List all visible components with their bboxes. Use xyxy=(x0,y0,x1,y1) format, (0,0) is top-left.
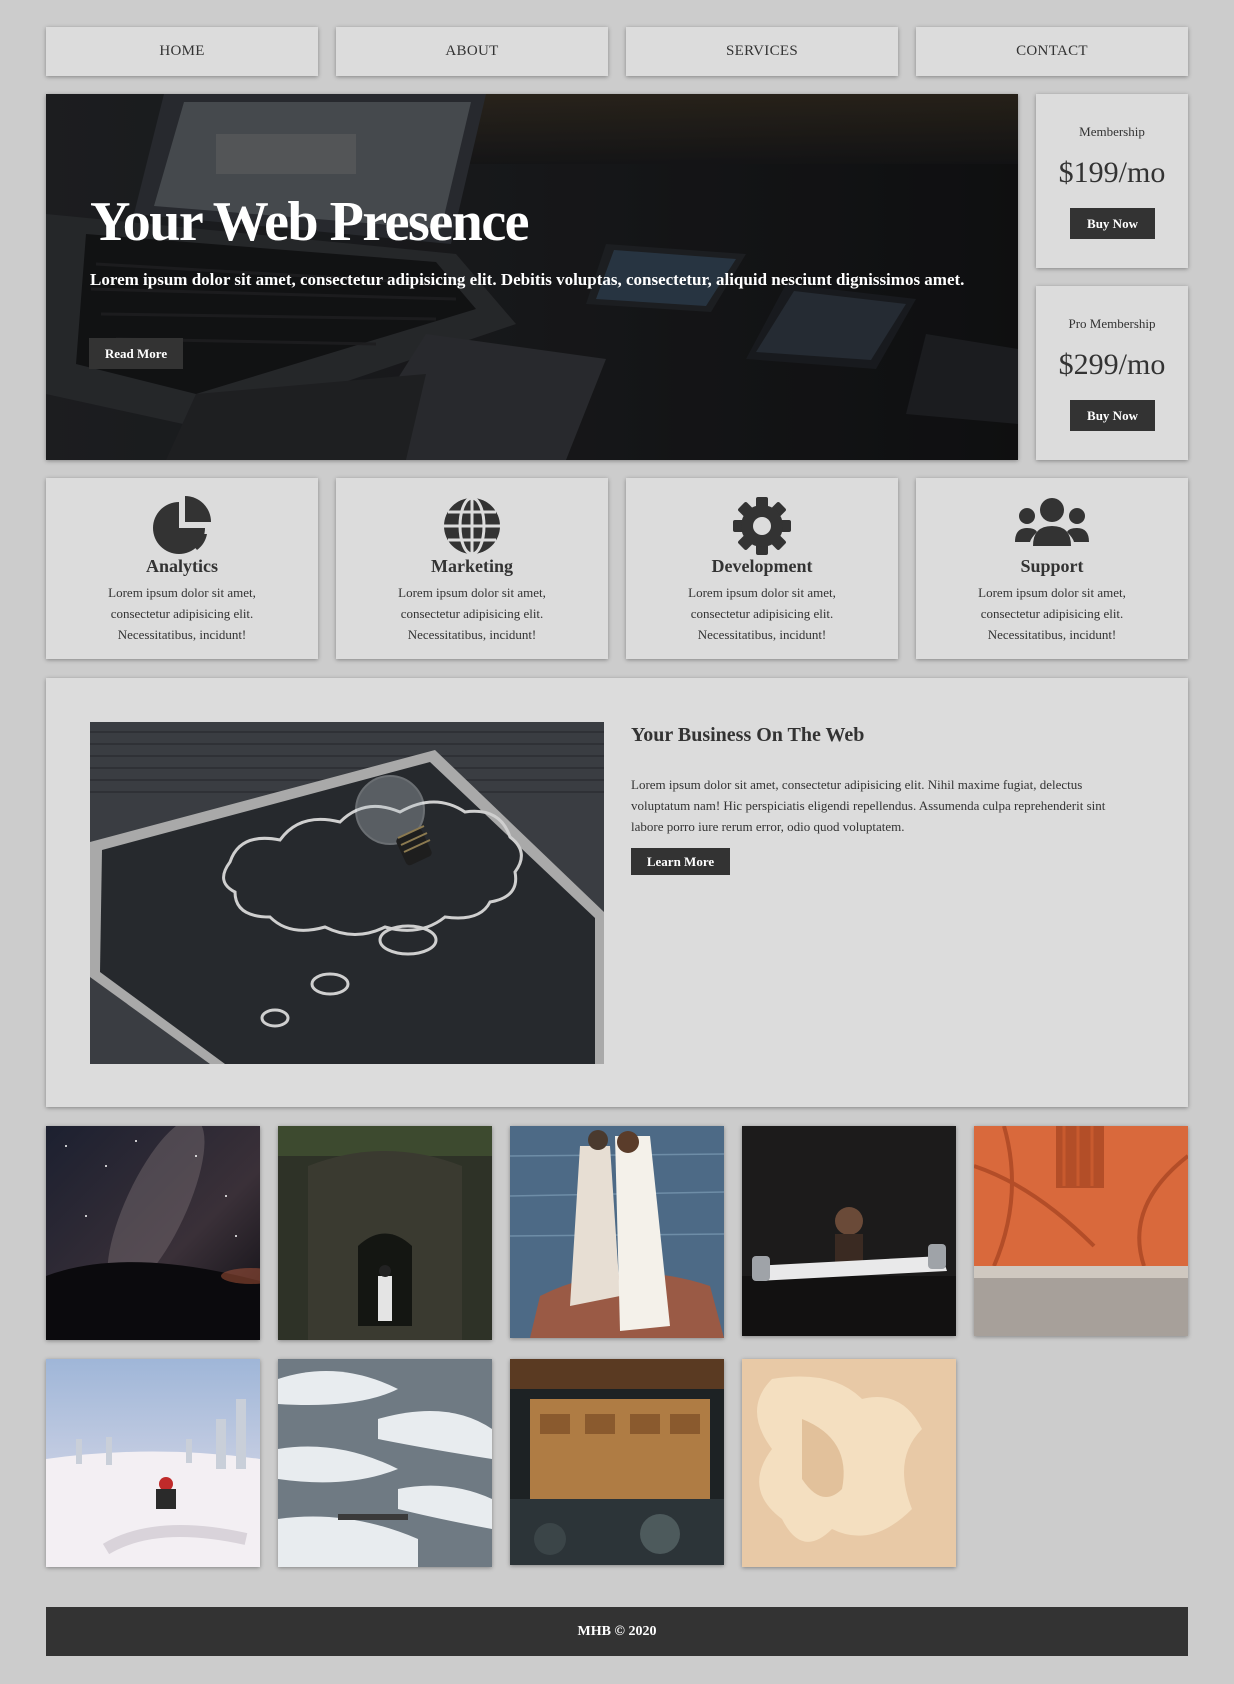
pricing-card-membership: Membership $199/mo Buy Now xyxy=(1036,94,1188,268)
globe-icon xyxy=(444,496,500,556)
pricing-plan-name: Pro Membership xyxy=(1068,316,1156,331)
pricing-plan-name: Membership xyxy=(1079,124,1145,139)
gallery-image-man-dark-room[interactable] xyxy=(742,1126,956,1336)
service-text: Lorem ipsum dolor sit amet, consectetur … xyxy=(978,585,1126,642)
footer: MHB © 2020 xyxy=(46,1607,1188,1656)
learn-more-button[interactable]: Learn More xyxy=(631,848,730,875)
service-title: Analytics xyxy=(146,556,218,576)
business-section: Your Business On The Web Lorem ipsum dol… xyxy=(46,678,1188,1107)
gallery-image-snowmobile[interactable] xyxy=(46,1359,260,1567)
service-title: Marketing xyxy=(431,556,513,576)
hero-title: Your Web Presence xyxy=(90,191,530,253)
service-title: Development xyxy=(711,556,813,576)
nav-contact[interactable]: CONTACT xyxy=(916,27,1188,76)
chart-pie-icon xyxy=(153,496,211,554)
service-card-support: Support Lorem ipsum dolor sit amet, cons… xyxy=(916,478,1188,659)
nav-services[interactable]: SERVICES xyxy=(626,27,898,76)
buy-now-button[interactable]: Buy Now xyxy=(1070,400,1155,431)
gallery-image-snowy-pine[interactable] xyxy=(278,1359,492,1567)
nav-about[interactable]: ABOUT xyxy=(336,27,608,76)
buy-now-button[interactable]: Buy Now xyxy=(1070,208,1155,239)
gallery-image-temple[interactable] xyxy=(278,1126,492,1340)
business-title: Your Business On The Web xyxy=(631,724,865,746)
pricing-plan-price: $299/mo xyxy=(1058,348,1166,381)
gallery-image-orange-wall[interactable] xyxy=(974,1126,1188,1336)
hero-text: Lorem ipsum dolor sit amet, consectetur … xyxy=(90,270,965,289)
service-text: Lorem ipsum dolor sit amet, consectetur … xyxy=(108,585,256,642)
service-text: Lorem ipsum dolor sit amet, consectetur … xyxy=(398,585,546,642)
service-title: Support xyxy=(1020,556,1084,576)
business-text: Lorem ipsum dolor sit amet, consectetur … xyxy=(631,777,1106,834)
gallery-image-night-stall[interactable] xyxy=(510,1359,724,1565)
service-card-development: Development Lorem ipsum dolor sit amet, … xyxy=(626,478,898,659)
service-text: Lorem ipsum dolor sit amet, consectetur … xyxy=(688,585,836,642)
users-icon xyxy=(1015,498,1089,546)
lightbulb-chalkboard-image xyxy=(90,722,604,1064)
gallery-image-couple[interactable] xyxy=(510,1126,724,1338)
pricing-plan-price: $199/mo xyxy=(1058,156,1166,189)
gallery-image-milky-way[interactable] xyxy=(46,1126,260,1340)
read-more-button[interactable]: Read More xyxy=(89,338,183,369)
cog-icon xyxy=(733,497,791,555)
service-card-analytics: Analytics Lorem ipsum dolor sit amet, co… xyxy=(46,478,318,659)
pricing-card-pro-membership: Pro Membership $299/mo Buy Now xyxy=(1036,286,1188,460)
service-card-marketing: Marketing Lorem ipsum dolor sit amet, co… xyxy=(336,478,608,659)
gallery-image-abstract-shape[interactable] xyxy=(742,1359,956,1567)
nav-home[interactable]: HOME xyxy=(46,27,318,76)
hero-banner: Your Web Presence Lorem ipsum dolor sit … xyxy=(46,94,1018,460)
